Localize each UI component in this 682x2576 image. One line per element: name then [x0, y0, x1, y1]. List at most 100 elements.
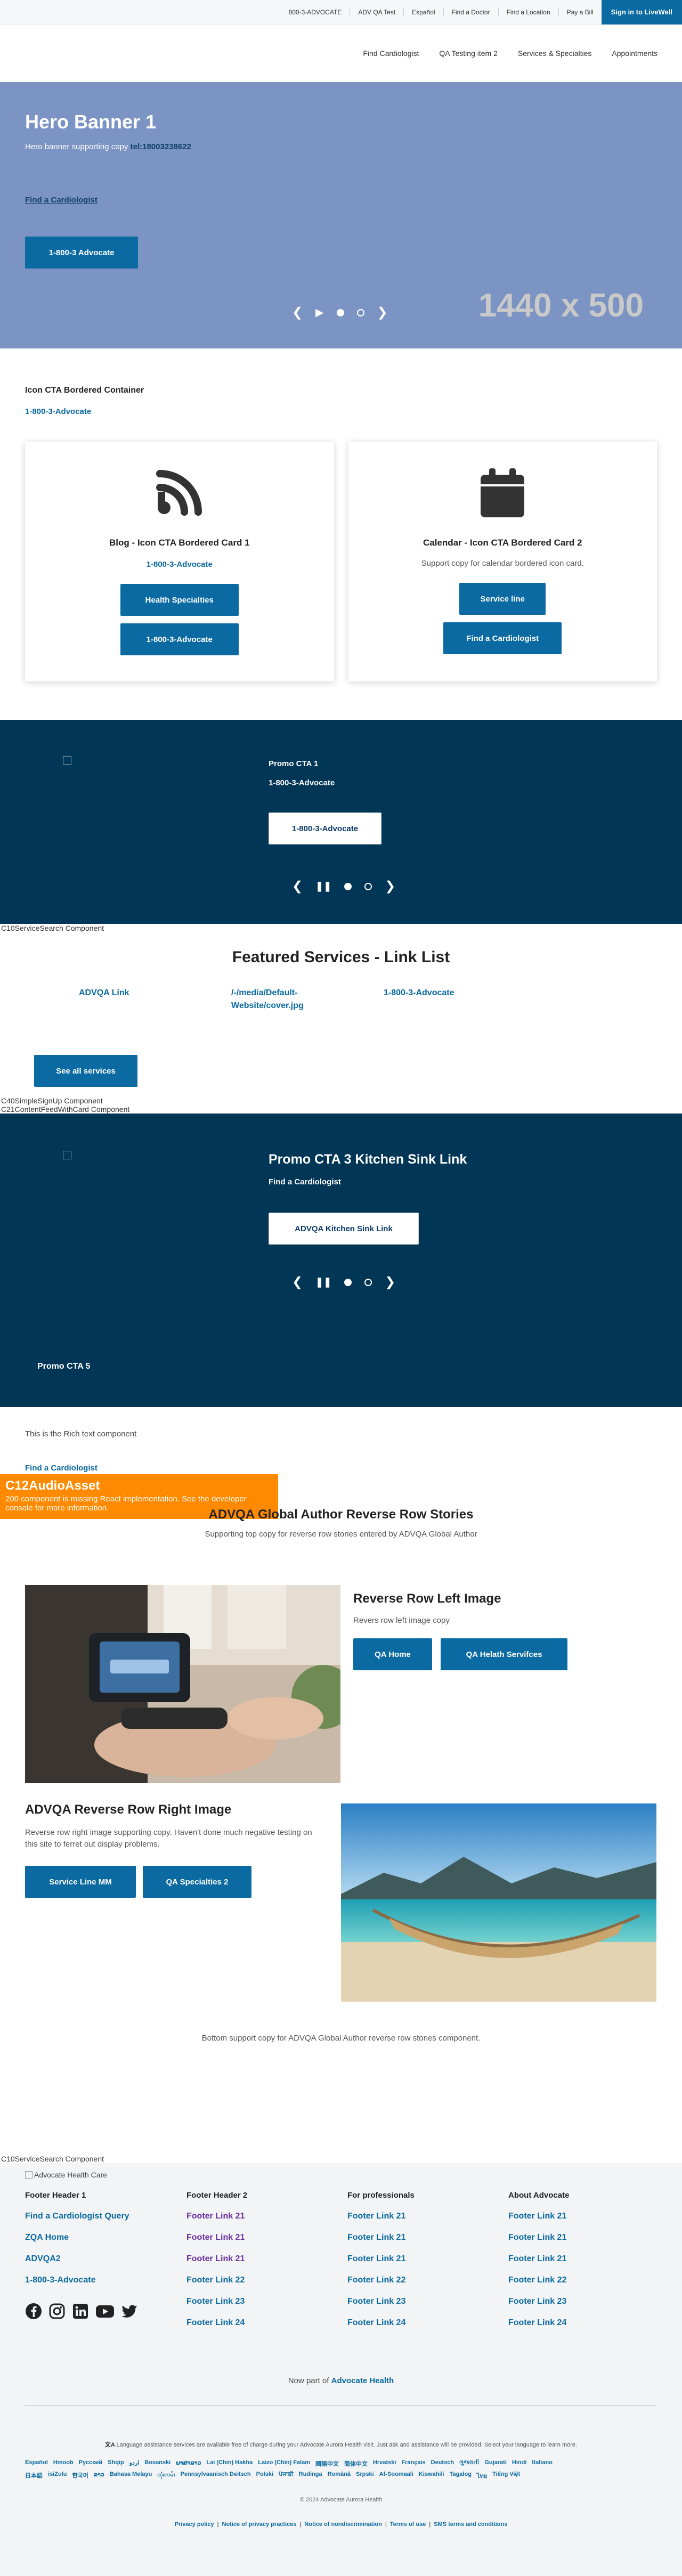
footer-link[interactable]: Footer Link 21 [186, 2212, 336, 2221]
language-link[interactable]: Pennsylvaanisch Deitsch [181, 2471, 251, 2481]
prev-arrow-icon[interactable]: ❮ [292, 305, 303, 320]
footer-link[interactable]: Footer Link 21 [347, 2254, 497, 2264]
language-link[interactable]: ગુજરાતી [459, 2459, 479, 2468]
carousel-dot-1[interactable] [344, 882, 352, 890]
footer-link[interactable]: Footer Link 21 [508, 2233, 657, 2242]
language-link[interactable]: Bosanski [144, 2459, 170, 2468]
language-link[interactable]: Tagalog [450, 2471, 472, 2481]
rich-text-link[interactable]: Find a Cardiologist [25, 1464, 98, 1473]
carousel-dot-1[interactable] [344, 1278, 352, 1286]
language-link[interactable]: Kiswahili [419, 2471, 444, 2481]
language-link[interactable]: Español [25, 2459, 48, 2468]
card-1-link[interactable]: 1-800-3-Advocate [25, 560, 334, 569]
nav-item-qa-testing[interactable]: QA Testing item 2 [439, 49, 497, 58]
featured-link-3[interactable]: 1-800-3-Advocate [384, 987, 536, 1012]
footer-link[interactable]: ADVQA2 [25, 2254, 174, 2264]
hero-cta-button[interactable]: 1-800-3 Advocate [25, 237, 138, 269]
terms-of-use-link[interactable]: Terms of use [390, 2521, 426, 2528]
language-link[interactable]: Hrvatski [373, 2459, 396, 2468]
footer-link[interactable]: Footer Link 22 [347, 2276, 497, 2285]
utility-link-phone[interactable]: 800-3-ADVOCATE [281, 7, 351, 17]
card-1-button-2[interactable]: 1-800-3-Advocate [120, 623, 239, 655]
language-link[interactable]: ထုံးတမ်း [157, 2471, 175, 2481]
language-link[interactable]: Hmoob [53, 2459, 74, 2468]
language-link[interactable]: 國語中文 [315, 2459, 339, 2468]
footer-link[interactable]: Footer Link 21 [508, 2212, 657, 2221]
advocate-health-link[interactable]: Advocate Health [331, 2376, 394, 2385]
carousel-dot-2[interactable] [356, 308, 364, 316]
footer-link[interactable]: Footer Link 21 [347, 2212, 497, 2221]
next-arrow-icon[interactable]: ❯ [377, 305, 388, 320]
language-link[interactable]: Hindi [512, 2459, 527, 2468]
language-link[interactable]: Italiano [532, 2459, 553, 2468]
youtube-icon[interactable] [95, 2303, 115, 2320]
language-link[interactable]: ພາສາລາວ [176, 2459, 201, 2468]
instagram-icon[interactable] [48, 2303, 66, 2320]
hero-phone-link[interactable]: tel:18003238622 [131, 142, 191, 151]
footer-link[interactable]: Footer Link 21 [347, 2233, 497, 2242]
card-2-button-1[interactable]: Service line [459, 583, 546, 615]
language-link[interactable]: Af-Soomaali [379, 2471, 413, 2481]
nav-item-find-cardiologist[interactable]: Find Cardiologist [363, 49, 419, 58]
utility-link-pay-bill[interactable]: Pay a Bill [559, 8, 602, 17]
featured-link-1[interactable]: ADVQA Link [79, 987, 231, 1012]
carousel-dot-1[interactable] [336, 308, 344, 316]
footer-link[interactable]: Footer Link 23 [186, 2297, 336, 2306]
language-link[interactable]: Русский [79, 2459, 102, 2468]
language-link[interactable]: Tiếng Việt [492, 2471, 520, 2481]
language-link[interactable]: ਪੰਜਾਬੀ [279, 2471, 294, 2481]
language-link[interactable]: ລາວ [94, 2471, 104, 2481]
footer-link[interactable]: Footer Link 24 [508, 2318, 657, 2328]
promo-1-button[interactable]: 1-800-3-Advocate [269, 812, 381, 844]
hero-find-link[interactable]: Find a Cardiologist [25, 196, 98, 205]
language-link[interactable]: ไทย [477, 2471, 487, 2481]
language-link[interactable]: 日本語 [25, 2471, 43, 2481]
next-arrow-icon[interactable]: ❯ [385, 879, 395, 894]
qa-health-services-button[interactable]: QA Helath Servifces [441, 1638, 567, 1670]
language-link[interactable]: Français [401, 2459, 425, 2468]
promo-3-link[interactable]: Find a Cardiologist [269, 1177, 341, 1187]
nav-item-appointments[interactable]: Appointments [612, 49, 657, 58]
signin-button[interactable]: Sign in to LiveWell [601, 0, 682, 25]
card-1-button-1[interactable]: Health Specialties [120, 584, 239, 616]
icon-cta-link[interactable]: 1-800-3-Advocate [25, 407, 657, 416]
language-link[interactable]: 한국어 [72, 2471, 88, 2481]
privacy-practices-link[interactable]: Notice of privacy practices [222, 2521, 297, 2528]
footer-link[interactable]: Footer Link 21 [186, 2254, 336, 2264]
service-line-mm-button[interactable]: Service Line MM [25, 1866, 136, 1898]
promo-3-button[interactable]: ADVQA Kitchen Sink Link [269, 1213, 419, 1245]
qa-home-button[interactable]: QA Home [353, 1638, 432, 1670]
carousel-dot-2[interactable] [364, 882, 372, 890]
language-link[interactable]: Deutsch [431, 2459, 454, 2468]
footer-link[interactable]: Footer Link 21 [508, 2254, 657, 2264]
language-link[interactable]: Laizo (Chin) Falam [258, 2459, 310, 2468]
language-link[interactable]: isiZulu [48, 2471, 67, 2481]
language-link[interactable]: 简体中文 [344, 2459, 368, 2468]
qa-specialties-button[interactable]: QA Specialties 2 [143, 1866, 251, 1898]
language-link[interactable]: Română [328, 2471, 351, 2481]
footer-link[interactable]: Footer Link 24 [186, 2318, 336, 2328]
card-2-button-2[interactable]: Find a Cardiologist [443, 622, 562, 654]
promo-1-link[interactable]: 1-800-3-Advocate [269, 778, 335, 787]
nondiscrimination-link[interactable]: Notice of nondiscrimination [304, 2521, 381, 2528]
language-link[interactable]: اردو [129, 2459, 140, 2468]
pause-icon[interactable]: ❚❚ [315, 1277, 331, 1288]
footer-link[interactable]: Footer Link 24 [347, 2318, 497, 2328]
nav-item-services[interactable]: Services & Specialties [518, 49, 592, 58]
play-icon[interactable]: ▶ [315, 306, 323, 319]
footer-link[interactable]: Footer Link 23 [508, 2297, 657, 2306]
see-all-services-button[interactable]: See all services [34, 1055, 137, 1087]
twitter-icon[interactable] [121, 2303, 138, 2320]
language-link[interactable]: Rudinga [299, 2471, 322, 2481]
utility-link-espanol[interactable]: Español [404, 7, 444, 17]
language-link[interactable]: Bahasa Melayu [110, 2471, 152, 2481]
prev-arrow-icon[interactable]: ❮ [292, 879, 303, 894]
footer-link[interactable]: Footer Link 23 [347, 2297, 497, 2306]
featured-link-2[interactable]: /-/media/Default-Website/cover.jpg [231, 987, 338, 1012]
footer-link[interactable]: Find a Cardiologist Query [25, 2212, 174, 2221]
utility-link-find-location[interactable]: Find a Location [499, 7, 559, 17]
language-link[interactable]: Shqip [108, 2459, 124, 2468]
language-link[interactable]: Lai (Chin) Hakha [206, 2459, 253, 2468]
linkedin-icon[interactable] [72, 2303, 89, 2320]
privacy-policy-link[interactable]: Privacy policy [175, 2521, 214, 2528]
